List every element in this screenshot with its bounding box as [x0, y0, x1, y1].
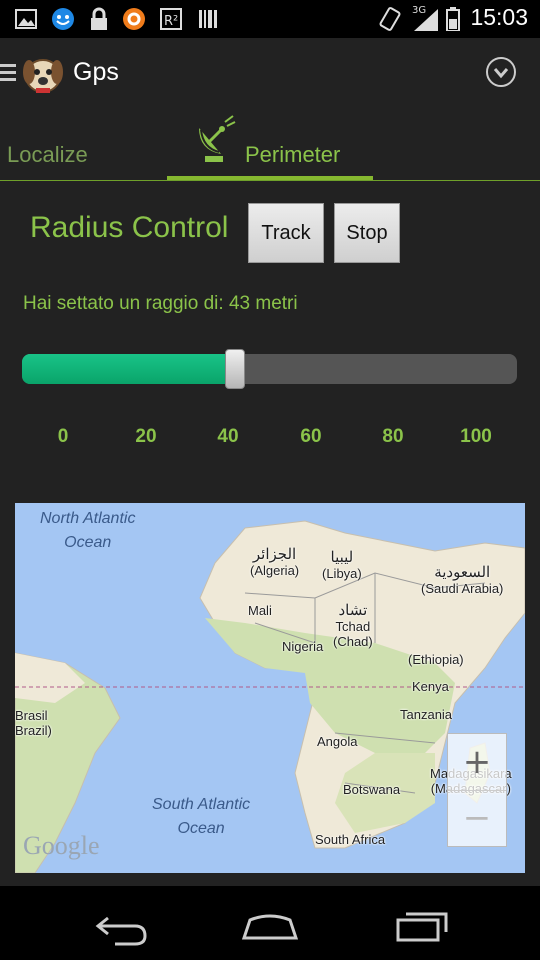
radius-info-text: Hai settato un raggio di: 43 metri [23, 293, 298, 314]
stop-button[interactable]: Stop [334, 203, 400, 263]
tab-localize-label: Localize [7, 142, 88, 167]
track-button[interactable]: Track [248, 203, 324, 263]
radius-slider-fill [22, 354, 235, 384]
signal-icon: 3G [410, 5, 440, 31]
avast-icon [121, 7, 147, 31]
tab-bar: Localize Perimeter [0, 108, 540, 181]
app-title: Gps [73, 58, 119, 86]
map-label-text: Tchad [335, 619, 371, 634]
tick-label: 40 [217, 426, 239, 447]
map-label-text: North Atlantic [40, 510, 136, 527]
map-label-angola: Angola [317, 734, 358, 749]
app-logo[interactable] [20, 50, 66, 96]
map-label-text: ليبيا [330, 549, 354, 566]
zoom-control: + − [447, 733, 507, 847]
tick-label: 0 [57, 426, 69, 447]
perimeter-panel: Radius Control Track Stop Hai settato un… [0, 181, 540, 886]
recent-apps-icon[interactable] [392, 898, 452, 948]
map-label-text: Brazil) [15, 723, 52, 738]
map-label-text: (Algeria) [250, 563, 300, 578]
tab-perimeter-label: Perimeter [245, 142, 341, 167]
svg-text:R²: R² [164, 14, 178, 29]
home-icon[interactable] [240, 898, 300, 948]
menu-icon[interactable] [0, 64, 16, 85]
zoom-out-button[interactable]: − [448, 790, 506, 846]
map-label-algeria: الجزائر (Algeria) [250, 545, 299, 578]
zoom-in-button[interactable]: + [448, 734, 506, 791]
navigation-bar [0, 886, 540, 960]
map-label-mali: Mali [248, 603, 272, 618]
map-label-chad: تشاد Tchad (Chad) [333, 601, 373, 649]
messenger-icon [50, 7, 76, 31]
image-icon [14, 7, 38, 31]
satellite-dish-icon [193, 114, 237, 168]
tab-perimeter[interactable]: Perimeter [167, 108, 373, 180]
map-label-botswana: Botswana [343, 782, 401, 797]
map-label-brasil: Brasil Brazil) [15, 708, 52, 738]
map-label-kenya: Kenya [412, 679, 449, 694]
map-label-north-atlantic: North Atlantic Ocean [40, 507, 135, 555]
radius-control-title: Radius Control [30, 211, 229, 244]
radius-slider[interactable] [22, 354, 517, 384]
tab-localize[interactable]: Localize [0, 108, 167, 180]
back-icon[interactable] [90, 898, 150, 948]
map-label-text: South Atlantic [152, 796, 251, 813]
tick-label: 100 [460, 426, 492, 447]
tick-label: 60 [300, 426, 322, 447]
map-label-nigeria: Nigeria [282, 639, 324, 654]
tick-label: 80 [382, 426, 404, 447]
clock: 15:03 [470, 4, 528, 30]
status-bar: R² 3G 15:03 [0, 0, 540, 38]
google-attribution: Google [23, 831, 100, 860]
map-label-south-africa: South Africa [315, 832, 386, 847]
map-label-text: Ocean [177, 820, 225, 837]
lock-icon [87, 7, 111, 31]
map-label-text: (Chad) [333, 634, 373, 649]
barcode-icon [196, 7, 220, 31]
map-label-libya: ليبيا (Libya) [322, 548, 362, 581]
map-label-ethiopia: (Ethiopia) [408, 652, 464, 667]
map-label-text: (Libya) [322, 566, 362, 581]
battery-icon [446, 7, 460, 31]
map-label-tanzania: Tanzania [400, 707, 453, 722]
map-label-text: Ocean [64, 534, 112, 551]
vibrate-icon [377, 7, 403, 31]
overflow-icon[interactable] [486, 57, 516, 87]
map-label-south-atlantic: South Atlantic Ocean [152, 793, 250, 841]
action-bar: Gps [0, 38, 540, 109]
tick-label: 20 [135, 426, 157, 447]
map-label-text: تشاد [338, 602, 368, 619]
tab-indicator [167, 176, 373, 180]
map-label-text: Brasil [15, 708, 48, 723]
map-label-text: السعودية [434, 564, 491, 581]
map-label-text: (Saudi Arabia) [421, 581, 504, 596]
radius-slider-thumb[interactable] [225, 349, 245, 389]
map-view[interactable]: North Atlantic Ocean الجزائر (Algeria) ل… [15, 503, 525, 873]
map-label-saudi-arabia: السعودية (Saudi Arabia) [421, 563, 503, 596]
map-label-text: الجزائر [252, 546, 297, 563]
network-type: 3G [412, 5, 427, 16]
r2-icon: R² [159, 7, 183, 31]
